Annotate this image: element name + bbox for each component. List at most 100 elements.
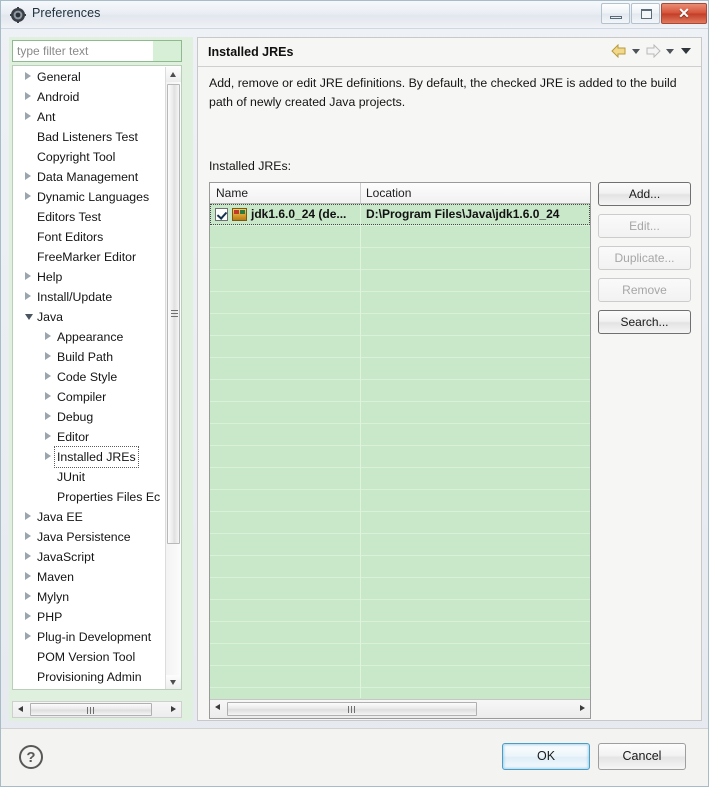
sidebar-item-general[interactable]: General	[13, 67, 165, 87]
minimize-button[interactable]	[601, 3, 630, 24]
preferences-tree-pane: type filter text General Android Ant Bad Li…	[9, 37, 193, 721]
maximize-button[interactable]	[631, 3, 660, 24]
sidebar-item-pom-version-tool[interactable]: POM Version Tool	[13, 647, 165, 667]
tree-hscroll-thumb[interactable]	[30, 703, 152, 716]
sidebar-item-bad-listeners-test[interactable]: Bad Listeners Test	[13, 127, 165, 147]
sidebar-item-build-path[interactable]: Build Path	[13, 347, 165, 367]
column-header-name[interactable]: Name	[216, 186, 248, 200]
sidebar-item-data-management[interactable]: Data Management	[13, 167, 165, 187]
sidebar-item-compiler[interactable]: Compiler	[13, 387, 165, 407]
page-description: Add, remove or edit JRE definitions. By …	[209, 76, 677, 109]
scroll-up-button[interactable]	[166, 67, 181, 82]
forward-dropdown-icon[interactable]	[666, 48, 674, 54]
chevron-right-icon[interactable]	[45, 372, 51, 380]
sidebar-item-properties-files-ec[interactable]: Properties Files Ec	[13, 487, 165, 507]
sidebar-item-label: Data Management	[37, 170, 139, 184]
chevron-right-icon[interactable]	[45, 412, 51, 420]
chevron-right-icon[interactable]	[45, 352, 51, 360]
minimize-icon	[610, 16, 622, 19]
tree-scroll-thumb[interactable]	[167, 84, 180, 544]
sidebar-item-javascript[interactable]: JavaScript	[13, 547, 165, 567]
tree-vertical-scrollbar[interactable]	[165, 67, 181, 689]
chevron-right-icon[interactable]	[25, 512, 31, 520]
sidebar-item-installed-jres[interactable]: Installed JREs	[13, 446, 165, 468]
chevron-right-icon[interactable]	[25, 72, 31, 80]
chevron-right-icon[interactable]	[25, 632, 31, 640]
page-menu-icon[interactable]	[681, 48, 691, 54]
back-arrow-icon[interactable]	[611, 44, 627, 58]
table-hscroll-thumb[interactable]	[227, 702, 477, 716]
installed-jres-table: Name Location jdk1.6.0_24 (de... D:\Prog…	[209, 182, 591, 719]
scroll-left-button[interactable]	[14, 703, 28, 716]
sidebar-item-copyright-tool[interactable]: Copyright Tool	[13, 147, 165, 167]
chevron-right-icon[interactable]	[25, 532, 31, 540]
chevron-right-icon[interactable]	[25, 612, 31, 620]
chevron-right-icon[interactable]	[45, 452, 51, 460]
triangle-left-icon	[215, 704, 220, 710]
sidebar-item-appearance[interactable]: Appearance	[13, 327, 165, 347]
row-checkbox[interactable]	[215, 208, 228, 221]
sidebar-item-label: PHP	[37, 610, 63, 624]
sidebar-item-freemarker-editor[interactable]: FreeMarker Editor	[13, 247, 165, 267]
close-button[interactable]: ✕	[661, 3, 707, 24]
chevron-right-icon[interactable]	[25, 192, 31, 200]
chevron-right-icon[interactable]	[45, 432, 51, 440]
chevron-right-icon[interactable]	[25, 92, 31, 100]
sidebar-item-install-update[interactable]: Install/Update	[13, 287, 165, 307]
sidebar-item-java-persistence[interactable]: Java Persistence	[13, 527, 165, 547]
table-scroll-right-button[interactable]	[575, 702, 589, 715]
table-scroll-left-button[interactable]	[211, 701, 225, 714]
chevron-right-icon[interactable]	[25, 112, 31, 120]
sidebar-item-plug-in-development[interactable]: Plug-in Development	[13, 627, 165, 647]
sidebar-item-java[interactable]: Java	[13, 307, 165, 327]
column-divider[interactable]	[360, 183, 361, 203]
maximize-icon	[641, 9, 652, 19]
sidebar-item-provisioning-admin[interactable]: Provisioning Admin	[13, 667, 165, 687]
scroll-right-button[interactable]	[166, 703, 180, 716]
filter-field-wrapper[interactable]: type filter text	[12, 40, 182, 62]
help-icon[interactable]: ?	[19, 745, 43, 769]
sidebar-item-maven[interactable]: Maven	[13, 567, 165, 587]
sidebar-item-help[interactable]: Help	[13, 267, 165, 287]
chevron-down-icon[interactable]	[25, 314, 33, 320]
table-horizontal-scrollbar[interactable]	[210, 699, 590, 718]
sidebar-item-font-editors[interactable]: Font Editors	[13, 227, 165, 247]
chevron-right-icon[interactable]	[25, 172, 31, 180]
tree-horizontal-scrollbar[interactable]	[12, 701, 182, 718]
sidebar-item-editors-test[interactable]: Editors Test	[13, 207, 165, 227]
sidebar-item-dynamic-languages[interactable]: Dynamic Languages	[13, 187, 165, 207]
chevron-right-icon[interactable]	[25, 552, 31, 560]
sidebar-item-code-style[interactable]: Code Style	[13, 367, 165, 387]
column-header-location[interactable]: Location	[366, 186, 411, 200]
sidebar-item-ant[interactable]: Ant	[13, 107, 165, 127]
title-bar: Preferences ✕	[1, 1, 708, 29]
chevron-right-icon[interactable]	[25, 292, 31, 300]
sidebar-item-android[interactable]: Android	[13, 87, 165, 107]
chevron-right-icon[interactable]	[25, 572, 31, 580]
ok-button[interactable]: OK	[502, 743, 590, 770]
chevron-right-icon[interactable]	[45, 332, 51, 340]
sidebar-item-label: JavaScript	[37, 550, 95, 564]
tree-item-list: General Android Ant Bad Listeners Test Copyr…	[13, 67, 165, 689]
preferences-tree: General Android Ant Bad Listeners Test Copyr…	[12, 65, 182, 690]
table-row[interactable]: jdk1.6.0_24 (de... D:\Program Files\Java…	[210, 204, 590, 225]
sidebar-item-junit[interactable]: JUnit	[13, 467, 165, 487]
add-button[interactable]: Add...	[598, 182, 691, 206]
sidebar-item-editor[interactable]: Editor	[13, 427, 165, 447]
search-input[interactable]: type filter text	[17, 44, 88, 58]
window-controls: ✕	[600, 3, 707, 24]
scroll-down-button[interactable]	[166, 675, 181, 689]
sidebar-item-php[interactable]: PHP	[13, 607, 165, 627]
back-dropdown-icon[interactable]	[632, 48, 640, 54]
search-button[interactable]: Search...	[598, 310, 691, 334]
sidebar-item-mylyn[interactable]: Mylyn	[13, 587, 165, 607]
sidebar-item-java-ee[interactable]: Java EE	[13, 507, 165, 527]
sidebar-item-debug[interactable]: Debug	[13, 407, 165, 427]
sidebar-item-label: General	[37, 70, 81, 84]
chevron-right-icon[interactable]	[45, 392, 51, 400]
sidebar-item-remote-systems[interactable]: Remote Systems	[13, 687, 165, 689]
chevron-right-icon[interactable]	[25, 592, 31, 600]
preferences-dialog: Preferences ✕ type filter text General An…	[0, 0, 709, 787]
chevron-right-icon[interactable]	[25, 272, 31, 280]
cancel-button[interactable]: Cancel	[598, 743, 686, 770]
